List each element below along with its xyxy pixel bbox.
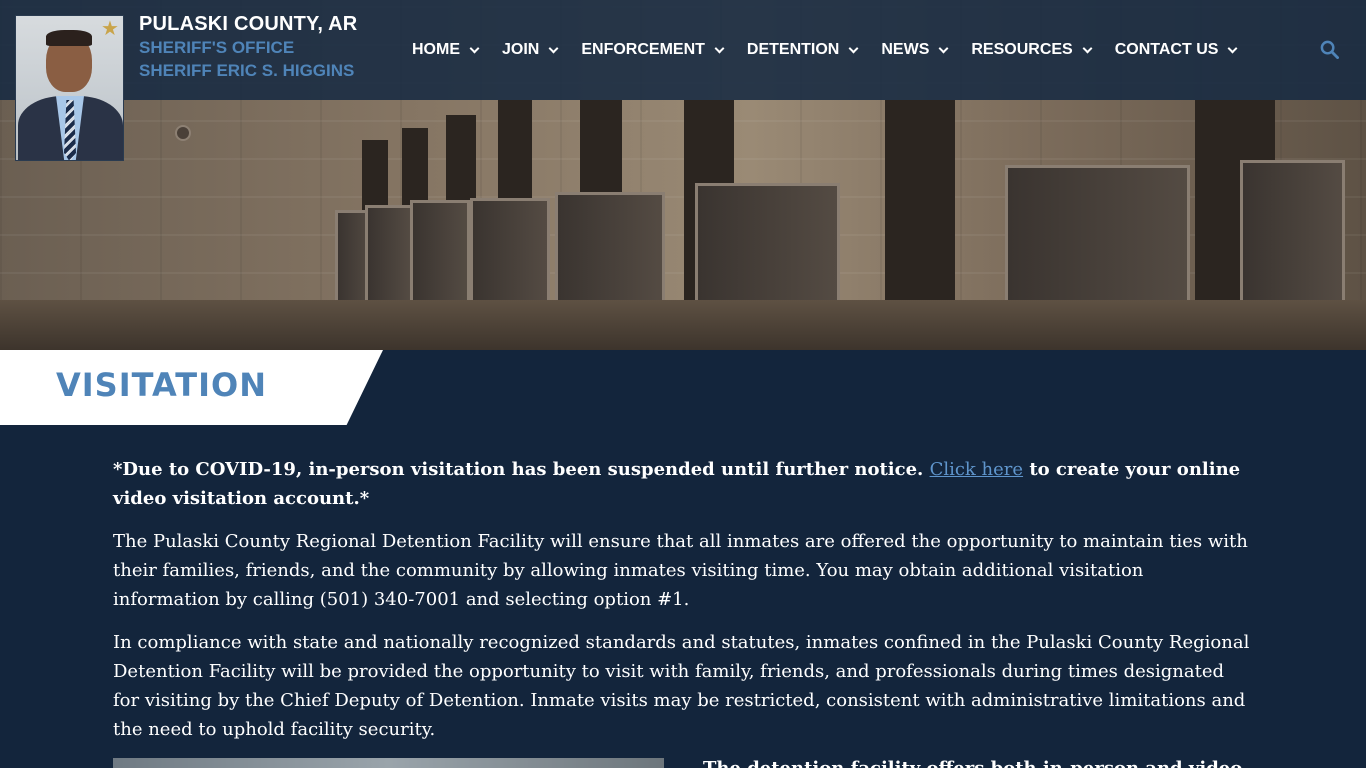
- nav-news-label: NEWS: [881, 41, 930, 58]
- nav-news[interactable]: NEWS: [881, 41, 949, 59]
- nav-enforcement-label: ENFORCEMENT: [581, 41, 705, 58]
- search-icon[interactable]: [1320, 40, 1339, 59]
- nav-detention[interactable]: DETENTION: [746, 41, 859, 59]
- brand[interactable]: PULASKI COUNTY, AR SHERIFF'S OFFICE SHER…: [139, 13, 357, 82]
- covid-notice: *Due to COVID-19, in-person visitation h…: [113, 455, 1253, 513]
- chevron-down-icon: [1227, 43, 1238, 53]
- nav-contact-us-label: CONTACT US: [1114, 41, 1219, 58]
- nav-resources[interactable]: RESOURCES: [971, 41, 1093, 59]
- chevron-down-icon: [1082, 43, 1093, 53]
- chevron-down-icon: [848, 43, 859, 53]
- content-image: [113, 758, 664, 768]
- brand-subtitle: SHERIFF'S OFFICE: [139, 38, 295, 57]
- star-badge-icon: ★: [101, 16, 119, 40]
- chevron-down-icon: [714, 43, 725, 53]
- page-title: VISITATION: [56, 366, 267, 404]
- main-menu: HOME JOIN ENFORCEMENT DETENTION NEWS RES…: [400, 0, 1238, 100]
- nav-home-label: HOME: [412, 41, 460, 58]
- chevron-down-icon: [938, 43, 949, 53]
- nav-enforcement[interactable]: ENFORCEMENT: [581, 41, 725, 59]
- nav-home[interactable]: HOME: [412, 41, 480, 59]
- nav-join-label: JOIN: [502, 41, 540, 58]
- portrait-hair: [46, 30, 92, 46]
- brand-sheriff-name: SHERIFF ERIC S. HIGGINS: [139, 61, 355, 80]
- video-visitation-link[interactable]: Click here: [930, 459, 1024, 480]
- chevron-down-icon: [469, 43, 480, 53]
- nav-detention-label: DETENTION: [746, 41, 840, 58]
- nav-contact-us[interactable]: CONTACT US: [1114, 41, 1238, 59]
- top-navbar: PULASKI COUNTY, AR SHERIFF'S OFFICE SHER…: [0, 0, 1366, 100]
- partial-paragraph: The detention facility offers both in-pe…: [703, 754, 1303, 768]
- main-content: *Due to COVID-19, in-person visitation h…: [113, 455, 1253, 758]
- paragraph-compliance: In compliance with state and nationally …: [113, 632, 1250, 740]
- security-camera: [175, 125, 191, 141]
- sheriff-portrait[interactable]: ★: [15, 15, 124, 161]
- chevron-down-icon: [548, 43, 559, 53]
- brand-title: PULASKI COUNTY, AR: [139, 13, 358, 35]
- booth-divider: [365, 205, 413, 315]
- paragraph-visiting-time: The Pulaski County Regional Detention Fa…: [113, 531, 1248, 610]
- nav-join[interactable]: JOIN: [502, 41, 559, 59]
- nav-resources-label: RESOURCES: [971, 41, 1073, 58]
- hero-floor: [0, 300, 1366, 350]
- notice-text-pre: *Due to COVID-19, in-person visitation h…: [113, 459, 930, 480]
